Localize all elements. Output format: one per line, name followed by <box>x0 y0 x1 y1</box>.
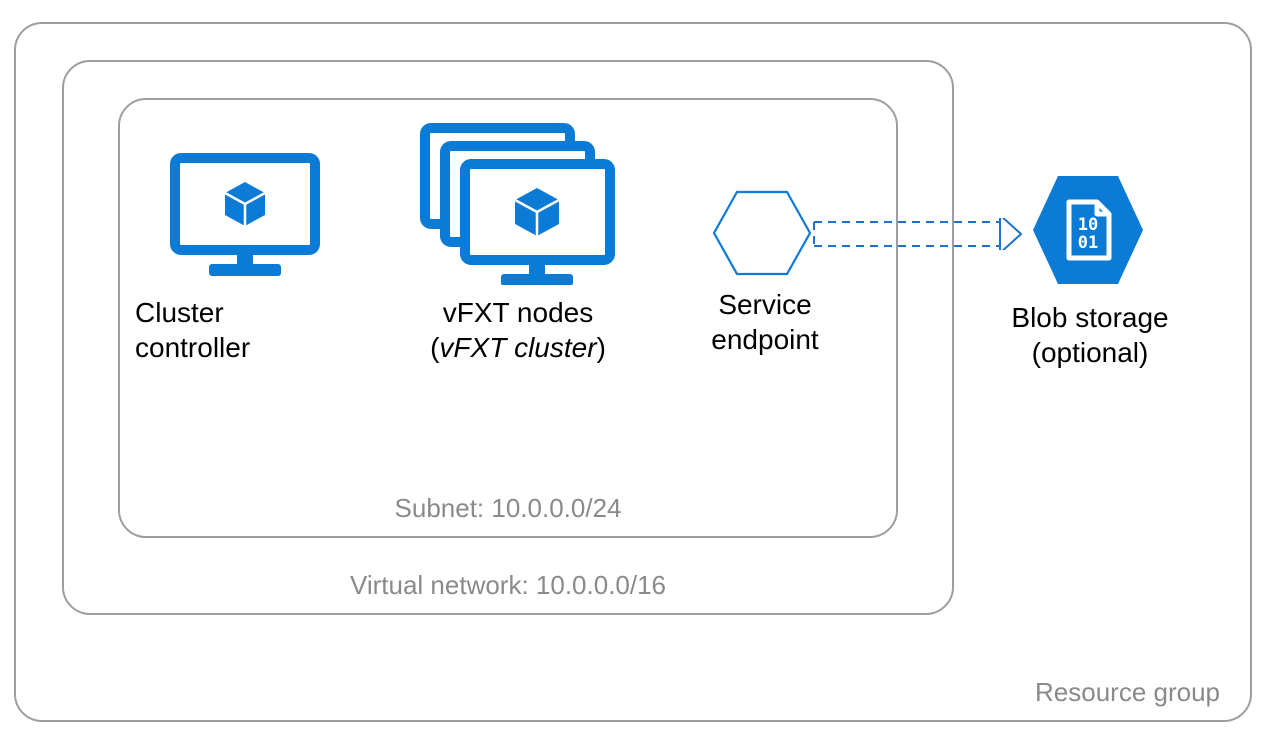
cluster-controller-label-l2: controller <box>135 332 250 363</box>
resource-group-label: Resource group <box>1035 677 1220 708</box>
blob-storage-label: Blob storage (optional) <box>1005 300 1175 370</box>
blob-storage-icon: 10 01 <box>1028 170 1148 290</box>
cluster-controller-label-l1: Cluster <box>135 297 224 328</box>
vm-monitor-icon <box>165 150 325 280</box>
vnet-label: Virtual network: 10.0.0.0/16 <box>350 570 666 601</box>
cluster-controller-label: Cluster controller <box>135 295 355 365</box>
vfxt-label-l2-suffix: ) <box>597 332 606 363</box>
svg-text:01: 01 <box>1078 233 1098 253</box>
blob-storage: 10 01 <box>1028 170 1148 290</box>
vfxt-label-l2-italic: vFXT cluster <box>439 332 596 363</box>
svg-text:10: 10 <box>1078 215 1098 235</box>
vm-cluster-icon <box>415 120 620 285</box>
vfxt-nodes <box>415 120 620 285</box>
connection-arrow <box>812 218 1022 250</box>
service-endpoint-label: Service endpoint <box>700 287 830 357</box>
diagram-canvas: Resource group Virtual network: 10.0.0.0… <box>0 0 1267 748</box>
dashed-arrow-icon <box>812 218 1022 250</box>
vfxt-label: vFXT nodes (vFXT cluster) <box>408 295 628 365</box>
blob-storage-label-l1: Blob storage <box>1011 302 1168 333</box>
vfxt-label-l1: vFXT nodes <box>443 297 593 328</box>
service-endpoint <box>712 190 812 276</box>
hexagon-icon <box>712 190 812 276</box>
blob-storage-label-l2: (optional) <box>1032 337 1149 368</box>
subnet-label: Subnet: 10.0.0.0/24 <box>395 493 622 524</box>
service-endpoint-label-l2: endpoint <box>711 324 818 355</box>
service-endpoint-label-l1: Service <box>718 289 811 320</box>
cluster-controller <box>165 150 325 280</box>
